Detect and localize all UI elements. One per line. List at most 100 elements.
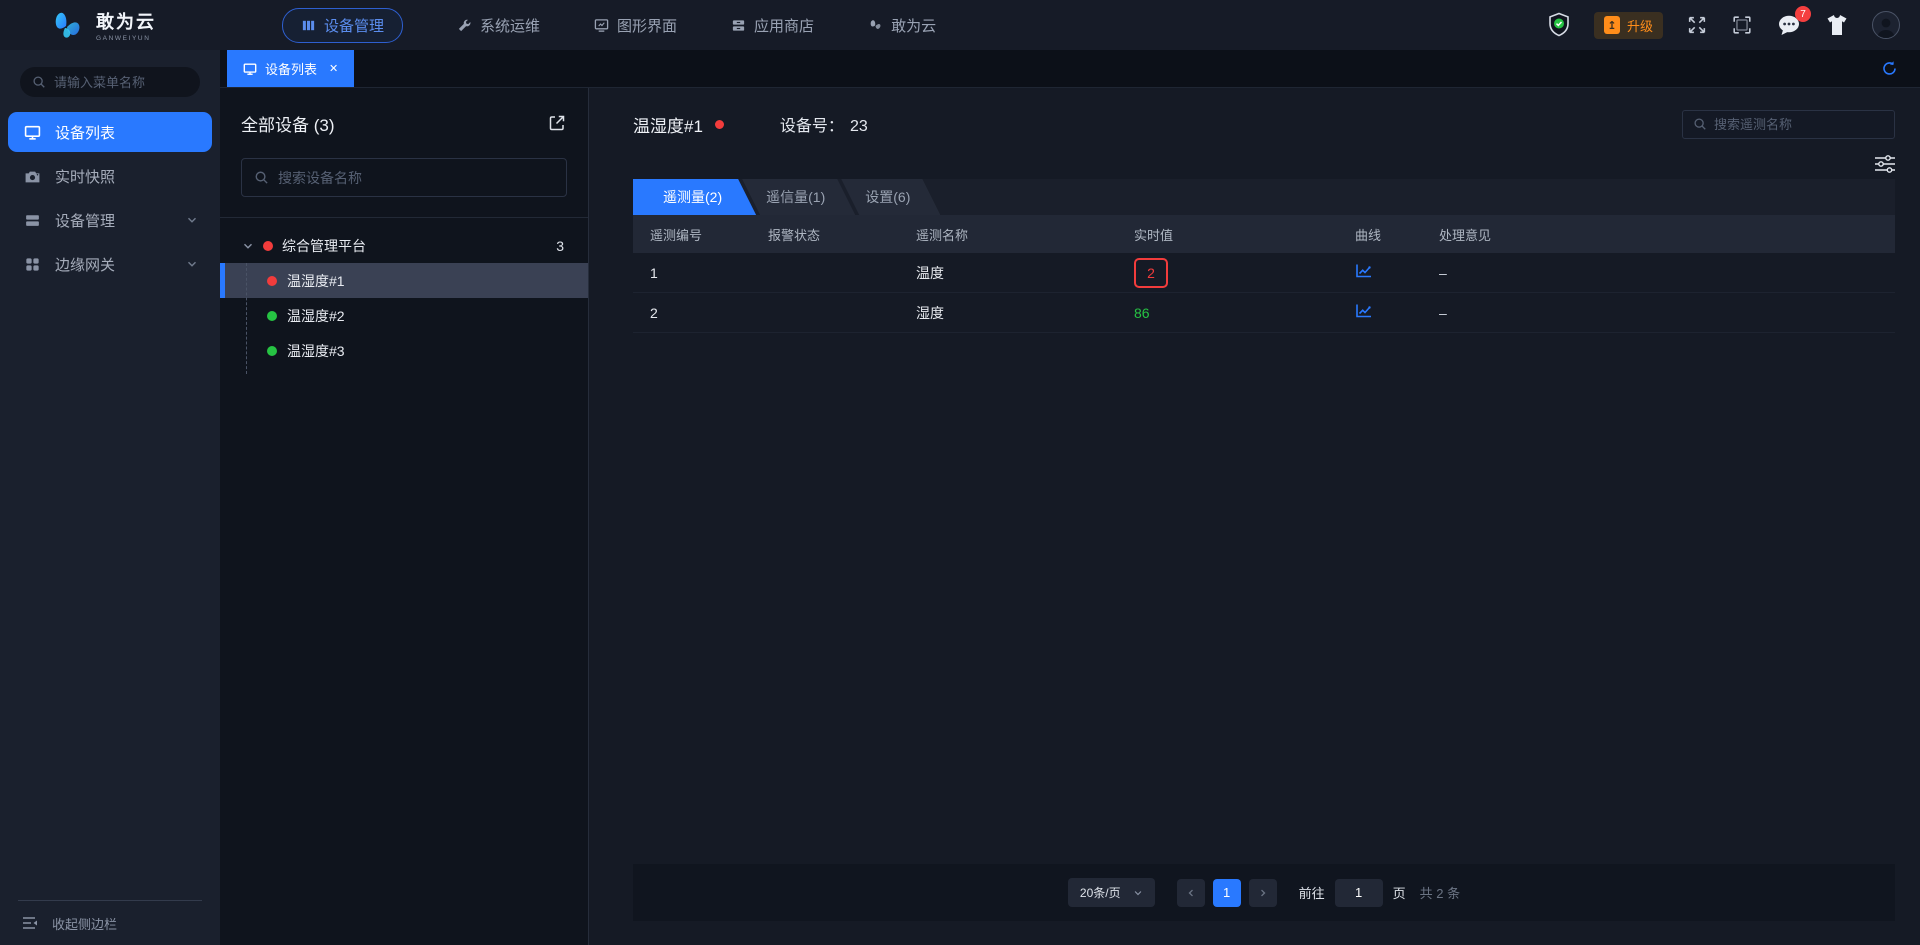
sidebar: 设备列表 实时快照 设备管理 [0,50,220,945]
tab-device-list[interactable]: 设备列表 ✕ [227,50,354,87]
curve-chart-icon[interactable] [1355,303,1373,319]
page-number-button[interactable]: 1 [1213,879,1241,907]
goto-page-input[interactable] [1335,879,1383,907]
top-nav: 设备管理 系统运维 图形界面 [282,8,936,43]
shield-check-icon[interactable] [1547,12,1571,38]
device-number: 设备号：23 [780,112,868,136]
monitor-graph-icon [594,18,609,33]
telemetry-search-input[interactable] [1714,117,1884,132]
user-avatar[interactable] [1872,11,1900,39]
content: 全部设备 (3) [220,88,1920,945]
tree-node-device-2[interactable]: 温湿度#2 [220,298,588,333]
device-tree: 综合管理平台 3 温湿度#1 温湿度#2 [220,228,588,368]
status-dot-red [267,276,277,286]
messages-button[interactable]: 7 [1776,13,1802,37]
grid-icon [24,256,41,273]
device-count: 3 [556,238,564,254]
monitor-icon [243,62,257,76]
status-dot-red [715,120,724,129]
window-tabbar: 设备列表 ✕ [220,50,1920,88]
nav-device-management[interactable]: 设备管理 [282,8,403,43]
status-dot-green [267,311,277,321]
menu-search[interactable] [20,67,200,97]
main-panel: 温湿度#1 设备号：23 [589,88,1920,945]
frame-capture-icon[interactable] [1731,14,1753,36]
tab-telesignal[interactable]: 遥信量(1) [742,179,855,215]
nav-app-store[interactable]: 应用商店 [731,15,814,36]
sidebar-bottom: 收起侧边栏 [0,900,220,945]
tab-telemetry[interactable]: 遥测量(2) [633,179,756,215]
butterfly-small-icon [868,18,883,33]
nav-ganweiyun[interactable]: 敢为云 [868,15,936,36]
tab-settings[interactable]: 设置(6) [841,179,940,215]
status-dot-red [263,241,273,251]
prev-page-button[interactable] [1177,879,1205,907]
nav-system-ops[interactable]: 系统运维 [457,15,540,36]
filter-sliders-icon[interactable] [1874,154,1896,174]
topbar: 敢为云 GANWEIYUN 设备管理 系统运维 [0,0,1920,50]
theme-shirt-icon[interactable] [1825,14,1849,36]
tree-node-device-3[interactable]: 温湿度#3 [220,333,588,368]
device-panel: 全部设备 (3) [220,88,589,945]
divider [220,217,588,218]
fullscreen-icon[interactable] [1686,14,1708,36]
device-panel-title: 全部设备 (3) [241,111,335,136]
collapse-icon [22,916,38,930]
chevron-down-icon [1133,888,1143,898]
normal-value: 86 [1134,305,1150,321]
chevron-right-icon [1258,888,1268,898]
collapse-sidebar-button[interactable]: 收起侧边栏 [0,901,220,945]
chevron-down-icon [186,258,198,270]
brand-title: 敢为云 [96,8,156,34]
total-count: 共 2 条 [1420,883,1460,902]
upgrade-button[interactable]: ↥ 升级 [1594,12,1663,39]
chevron-down-icon [186,214,198,226]
chevron-left-icon [1186,888,1196,898]
next-page-button[interactable] [1249,879,1277,907]
curve-chart-icon[interactable] [1355,263,1373,279]
search-icon [1693,117,1707,131]
alarm-value-box: 2 [1134,258,1168,288]
telemetry-tabs: 遥测量(2) 遥信量(1) 设置(6) [633,179,1895,215]
wrench-icon [457,18,472,33]
table-header: 遥测编号 报警状态 遥测名称 实时值 曲线 处理意见 [633,215,1895,253]
search-icon [32,75,46,89]
goto-label: 前往 [1299,883,1325,902]
tree-node-platform[interactable]: 综合管理平台 3 [220,228,588,263]
tree-children: 温湿度#1 温湿度#2 温湿度#3 [220,263,588,368]
sidebar-item-edge-gateway[interactable]: 边缘网关 [8,244,212,284]
status-dot-green [267,346,277,356]
table-row: 1 温度 2 [633,253,1895,293]
close-tab-icon[interactable]: ✕ [329,62,338,75]
device-search-input[interactable] [278,170,528,186]
page-size-select[interactable]: 20条/页 [1068,878,1155,907]
search-icon [254,170,269,185]
refresh-icon[interactable] [1881,60,1898,77]
main-header: 温湿度#1 设备号：23 [633,104,1895,144]
table-row: 2 湿度 86 [633,293,1895,333]
tree-node-device-1[interactable]: 温湿度#1 [220,263,588,298]
menu-search-input[interactable] [54,75,184,90]
screen: 敢为云 GANWEIYUN 设备管理 系统运维 [0,0,1920,945]
sidebar-item-device-list[interactable]: 设备列表 [8,112,212,152]
sidebar-item-device-management[interactable]: 设备管理 [8,200,212,240]
device-panel-header: 全部设备 (3) [241,108,567,138]
page-label: 页 [1393,883,1406,902]
external-link-icon[interactable] [547,113,567,133]
chevron-down-icon[interactable] [242,240,254,252]
butterfly-logo-icon [50,8,86,42]
nav-graphic-ui[interactable]: 图形界面 [594,15,677,36]
columns-icon [301,18,316,33]
server-stack-icon [24,212,41,229]
upgrade-doc-icon: ↥ [1604,16,1620,34]
sidebar-item-realtime-snapshot[interactable]: 实时快照 [8,156,212,196]
device-search[interactable] [241,158,567,197]
right-area: 设备列表 ✕ 全部设备 (3) [220,50,1920,945]
camera-icon [24,168,41,185]
app-body: 设备列表 实时快照 设备管理 [0,50,1920,945]
brand-subtitle: GANWEIYUN [96,35,156,42]
topbar-actions: ↥ 升级 7 [1547,11,1920,39]
pagination-bar: 20条/页 1 [633,864,1895,921]
telemetry-search[interactable] [1682,110,1895,139]
device-title: 温湿度#1 [633,112,703,137]
